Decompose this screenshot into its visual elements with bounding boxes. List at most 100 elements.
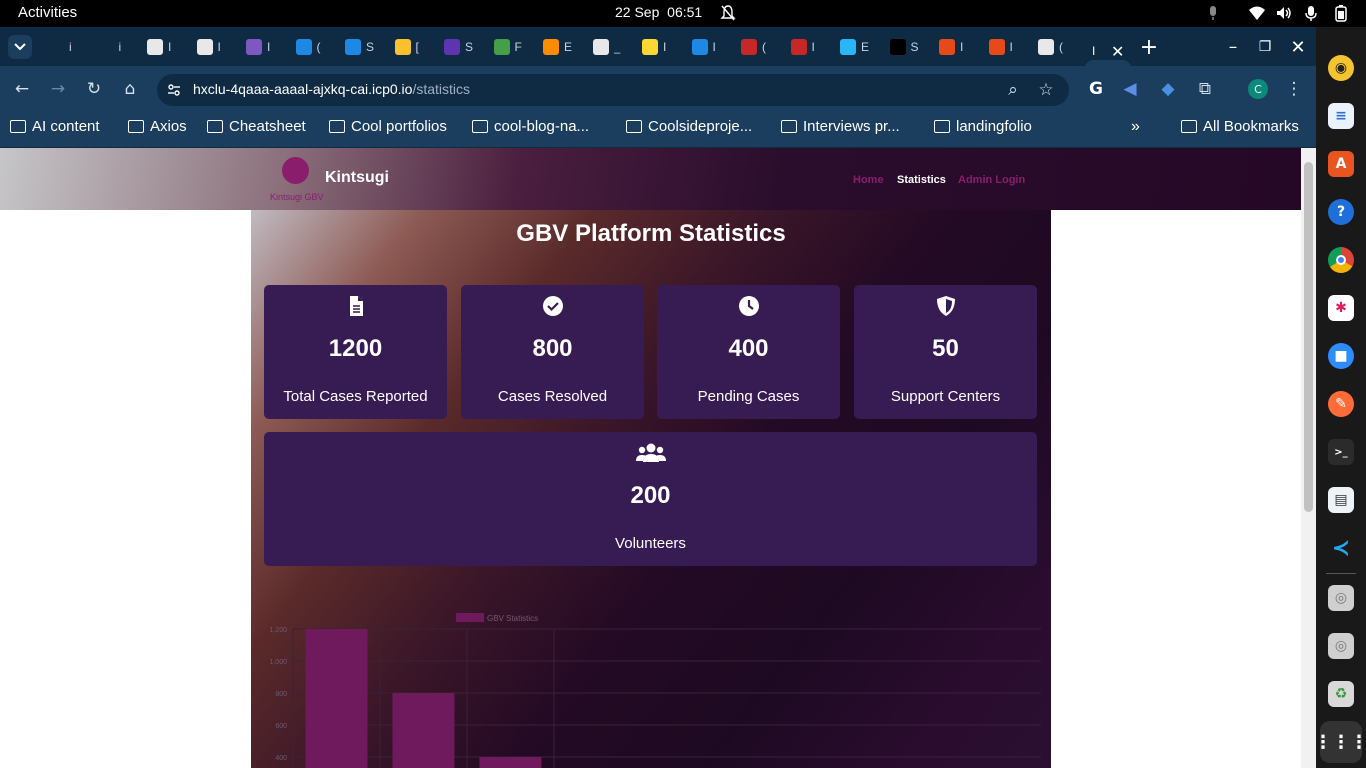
logo-caption: Kintsugi GBV <box>270 192 324 202</box>
clock[interactable]: 22 Sep 06:51 <box>615 4 702 20</box>
megaphone-extension-icon[interactable]: ◀ <box>1118 77 1142 101</box>
terminal-icon[interactable]: >_ <box>1328 439 1354 465</box>
close-window-icon[interactable]: ✕ <box>1286 35 1310 59</box>
tab[interactable]: ( <box>1038 35 1082 59</box>
folder-icon <box>10 120 26 133</box>
postman-icon[interactable]: ✎ <box>1328 391 1354 417</box>
back-arrow-icon[interactable]: ← <box>10 77 34 101</box>
disk-drive-icon[interactable]: ◎ <box>1328 585 1354 611</box>
bookmark-folder-cheatsheet[interactable]: Cheatsheet <box>207 118 306 135</box>
reload-icon[interactable]: ↻ <box>82 77 106 101</box>
ubuntu-dock: ◉ ≡ A ? ✱ ■ ✎ >_ ▤ ≺ ◎ ◎ ♻ ⋮⋮⋮ <box>1314 27 1366 768</box>
microphone-active-icon[interactable] <box>1302 4 1320 22</box>
bookmark-folder-landingfolio[interactable]: landingfolio <box>934 118 1032 135</box>
grammarly-extension-icon[interactable]: G <box>1084 77 1108 101</box>
tab[interactable]: i <box>48 35 92 59</box>
show-apps-grid-icon[interactable]: ⋮⋮⋮ <box>1314 721 1366 763</box>
profile-initial: C <box>1248 79 1268 99</box>
restore-icon[interactable]: ❐ <box>1253 35 1277 59</box>
bookmark-folder-cool-portfolios[interactable]: Cool portfolios <box>329 118 447 135</box>
close-tab-icon[interactable]: ✕ <box>1111 42 1124 61</box>
tab[interactable]: S <box>889 35 934 59</box>
folder-icon <box>329 120 345 133</box>
folder-icon <box>207 120 223 133</box>
activities-button[interactable]: Activities <box>18 4 77 21</box>
new-tab-plus-icon[interactable]: + <box>1137 35 1161 60</box>
tab[interactable]: I <box>147 35 191 59</box>
url-text: hxclu-4qaaa-aaaal-ajxkq-cai.icp0.io/stat… <box>193 81 471 97</box>
tab[interactable]: ( <box>741 35 785 59</box>
tab-favicon-icon <box>444 39 460 55</box>
nav-statistics-link[interactable]: Statistics <box>897 174 946 186</box>
tab[interactable]: I <box>196 35 241 59</box>
brand-name[interactable]: Kintsugi <box>325 169 389 187</box>
text-editor-icon[interactable]: ≡ <box>1328 103 1354 129</box>
software-center-icon[interactable]: A <box>1328 151 1354 177</box>
tab[interactable]: _ <box>592 35 637 59</box>
tab[interactable]: E <box>543 35 587 59</box>
slack-icon[interactable]: ✱ <box>1328 295 1354 321</box>
folder-icon <box>128 120 144 133</box>
tab[interactable]: i <box>97 35 142 59</box>
tab-title: I <box>811 40 815 54</box>
bookmark-folder-cool-blog[interactable]: cool-blog-na... <box>472 118 589 135</box>
tab-title: E <box>564 40 572 54</box>
tab[interactable]: I <box>691 35 736 59</box>
kintsugi-logo-icon[interactable] <box>282 157 309 184</box>
bookmark-folder-axios[interactable]: Axios <box>128 118 187 135</box>
folder-icon <box>472 120 488 133</box>
tab[interactable]: I <box>790 35 835 59</box>
vscode-icon[interactable]: ≺ <box>1328 535 1354 561</box>
zoom-magnifier-icon[interactable]: ⌕ <box>1001 78 1025 102</box>
y-tick-label: 600 <box>275 723 287 730</box>
layers-extension-icon[interactable]: ◆ <box>1156 77 1180 101</box>
forward-arrow-icon[interactable]: → <box>46 77 70 101</box>
microphone-icon[interactable] <box>1204 4 1222 22</box>
tab-title: I <box>663 40 667 54</box>
tab[interactable]: S <box>444 35 488 59</box>
site-info-icon[interactable] <box>167 83 181 97</box>
tab-active-title[interactable]: I ✕ <box>1092 39 1136 63</box>
all-bookmarks-folder[interactable]: All Bookmarks <box>1181 118 1299 135</box>
tab[interactable]: I <box>246 35 290 59</box>
page-viewport: Kintsugi GBV Kintsugi Home Statistics Ad… <box>0 148 1301 768</box>
nav-home-link[interactable]: Home <box>853 174 884 186</box>
tab[interactable]: [ <box>394 35 439 59</box>
tab[interactable]: E <box>840 35 884 59</box>
tab[interactable]: I <box>988 35 1033 59</box>
tab[interactable]: ( <box>295 35 340 59</box>
bookmark-folder-interviews[interactable]: Interviews pr... <box>781 118 900 135</box>
minimize-icon[interactable]: – <box>1221 35 1245 59</box>
tab[interactable]: S <box>345 35 389 59</box>
tab-search-button[interactable] <box>8 35 32 59</box>
more-bookmarks-chevron-icon[interactable]: » <box>1131 118 1140 136</box>
chrome-icon[interactable] <box>1328 247 1354 273</box>
zoom-icon[interactable]: ■ <box>1328 343 1354 369</box>
menu-kebab-icon[interactable]: ⋮ <box>1282 77 1306 101</box>
rhythmbox-icon[interactable]: ◉ <box>1328 55 1354 81</box>
nav-admin-login-link[interactable]: Admin Login <box>958 174 1025 186</box>
battery-icon[interactable] <box>1332 4 1350 22</box>
tab-favicon-icon <box>493 39 510 55</box>
volume-icon[interactable] <box>1275 4 1293 22</box>
trash-icon[interactable]: ♻ <box>1328 681 1354 707</box>
legend-label: GBV Statistics <box>487 614 538 623</box>
bookmark-star-icon[interactable]: ☆ <box>1034 78 1058 102</box>
tab-favicon-icon <box>48 39 64 55</box>
bookmark-folder-coolsideprojects[interactable]: Coolsideproje... <box>626 118 752 135</box>
extensions-puzzle-icon[interactable]: ⧉ <box>1193 77 1217 101</box>
tab[interactable]: F <box>493 35 538 59</box>
wifi-icon[interactable] <box>1248 4 1266 22</box>
page-scrollbar[interactable] <box>1301 148 1316 768</box>
tab[interactable]: I <box>642 35 686 59</box>
bookmark-label: Cheatsheet <box>229 118 306 135</box>
help-icon[interactable]: ? <box>1328 199 1354 225</box>
disk-drive-icon[interactable]: ◎ <box>1328 633 1354 659</box>
bookmark-folder-ai-content[interactable]: AI content <box>10 118 100 135</box>
document-viewer-icon[interactable]: ▤ <box>1328 487 1354 513</box>
tab[interactable]: I <box>939 35 983 59</box>
scrollbar-thumb[interactable] <box>1304 162 1313 512</box>
home-icon[interactable]: ⌂ <box>118 77 142 101</box>
address-bar[interactable]: hxclu-4qaaa-aaaal-ajxkq-cai.icp0.io/stat… <box>157 74 1069 106</box>
profile-avatar[interactable]: C <box>1246 77 1270 101</box>
